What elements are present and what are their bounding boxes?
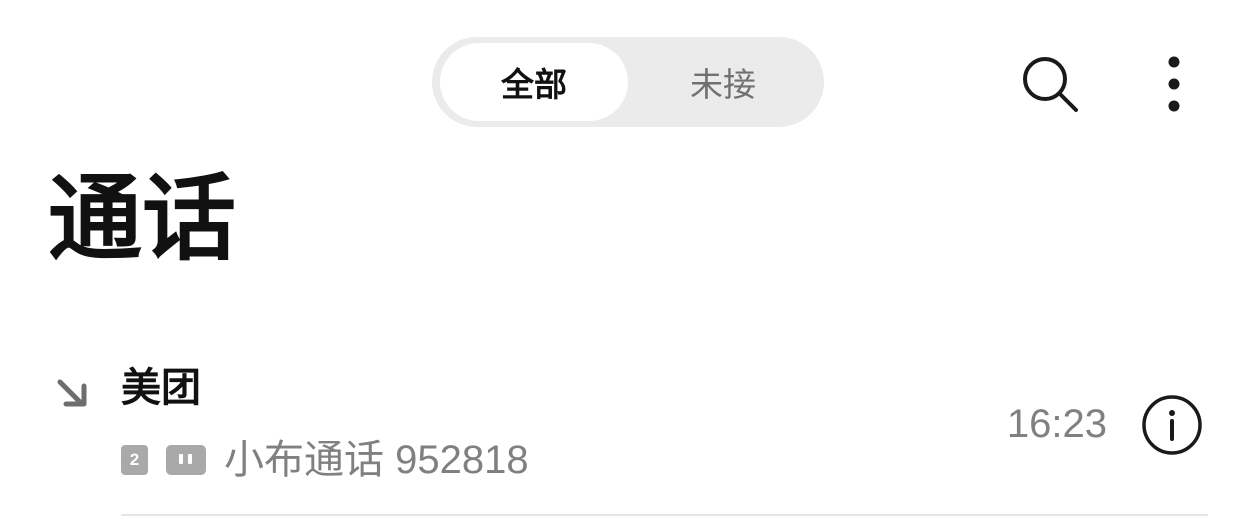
hd-call-icon [166,445,206,475]
contact-name: 美团 [121,365,201,411]
list-divider [121,514,1208,516]
page-title: 通话 [48,165,237,274]
search-icon [1023,57,1078,112]
call-time: 16:23 [1006,402,1107,446]
incoming-call-arrow-icon [57,379,87,407]
call-log-item[interactable]: 美团 2 小布通话 952818 16:23 [0,350,1255,516]
tab-missed[interactable]: 未接 [628,43,818,121]
search-button[interactable] [1010,48,1090,120]
sim-slot-icon: 2 [121,445,148,475]
call-meta: 2 小布通话 952818 [121,436,529,484]
call-location: 小布通话 952818 [224,438,529,482]
more-vertical-icon [1168,56,1180,112]
tab-all[interactable]: 全部 [440,43,628,121]
more-options-button[interactable] [1146,48,1202,120]
call-filter-segment: 全部 未接 [432,37,824,127]
info-icon[interactable] [1140,393,1204,457]
